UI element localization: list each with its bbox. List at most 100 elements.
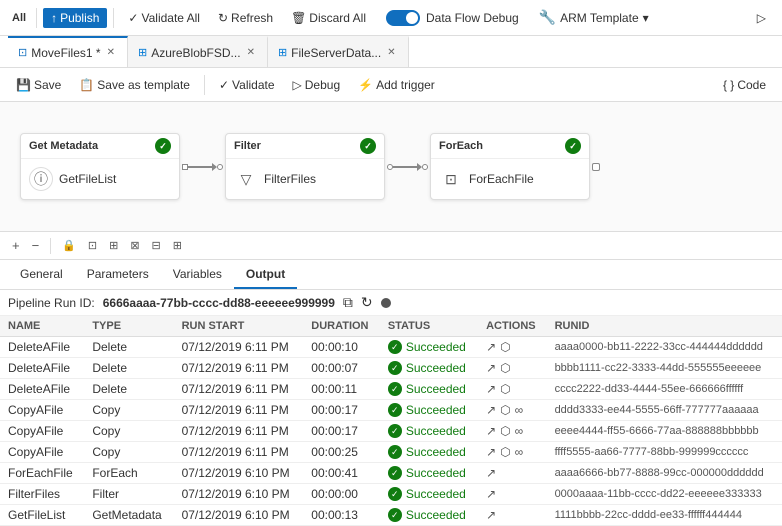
connector-2 [385, 163, 430, 171]
action-infinity-icon-5[interactable]: ∞ [515, 445, 524, 459]
table-row: DeleteAFile Delete 07/12/2019 6:11 PM 00… [0, 358, 782, 379]
cell-type-3: Copy [84, 400, 173, 421]
action-link-icon-0[interactable]: ↗ [486, 340, 496, 354]
cell-name-1: DeleteAFile [0, 358, 84, 379]
action-link-icon-3[interactable]: ↗ [486, 403, 496, 417]
action-share-icon-0[interactable]: ⬡ [500, 340, 510, 354]
cell-name-5: CopyAFile [0, 442, 84, 463]
action-share-icon-5[interactable]: ⬡ [500, 445, 510, 459]
cell-actions-2: ↗ ⬡ [478, 379, 546, 400]
save-as-template-label: Save as template [97, 78, 190, 92]
cell-run-start-1: 07/12/2019 6:11 PM [174, 358, 304, 379]
table-row: DeleteAFile Delete 07/12/2019 6:11 PM 00… [0, 379, 782, 400]
action-link-icon-8[interactable]: ↗ [486, 508, 496, 522]
action-infinity-icon-4[interactable]: ∞ [515, 424, 524, 438]
copy-run-id-icon[interactable]: ⧉ [343, 294, 353, 311]
cell-run-start-8: 07/12/2019 6:10 PM [174, 505, 304, 526]
close-movefiles-icon[interactable]: ✕ [105, 46, 117, 59]
debug-icon: ▷ [293, 78, 302, 92]
connector-line-1 [188, 166, 212, 168]
action-infinity-icon-3[interactable]: ∞ [515, 403, 524, 417]
action-link-icon-7[interactable]: ↗ [486, 487, 496, 501]
data-flow-debug-toggle[interactable]: Data Flow Debug [378, 7, 527, 29]
cell-duration-8: 00:00:13 [303, 505, 380, 526]
table-body: DeleteAFile Delete 07/12/2019 6:11 PM 00… [0, 337, 782, 526]
action-link-icon-5[interactable]: ↗ [486, 445, 496, 459]
cell-status-5: ✓ Succeeded [380, 442, 478, 463]
add-node-button[interactable]: + [8, 236, 24, 255]
fit-button[interactable]: ⊡ [84, 237, 101, 254]
cell-duration-3: 00:00:17 [303, 400, 380, 421]
refresh-run-icon[interactable]: ↻ [361, 294, 373, 311]
node-getmetadata[interactable]: Get Metadata ✓ ⓘ GetFileList [20, 133, 180, 200]
getmetadata-icon: ⓘ [29, 167, 53, 191]
getmetadata-success-badge: ✓ [155, 138, 171, 154]
save-as-template-button[interactable]: 📋 Save as template [71, 75, 198, 95]
validate-all-button[interactable]: ✓ Validate All [120, 8, 208, 28]
foreach-success-badge: ✓ [565, 138, 581, 154]
publish-label: Publish [60, 11, 99, 25]
filter-success-badge: ✓ [360, 138, 376, 154]
save-button[interactable]: 💾 Save [8, 75, 69, 95]
arm-template-label: ARM Template [560, 11, 638, 25]
connector-line-2 [393, 166, 417, 168]
refresh-button[interactable]: ↻ Refresh [210, 8, 281, 28]
publish-icon: ↑ [51, 11, 57, 25]
action-link-icon-2[interactable]: ↗ [486, 382, 496, 396]
layout-button[interactable]: ⊟ [148, 237, 165, 254]
arm-template-menu[interactable]: 🔧 ARM Template ▾ [531, 6, 657, 29]
tab-output[interactable]: Output [234, 260, 297, 289]
filter-icon: ▽ [234, 167, 258, 191]
port-out-3 [592, 163, 600, 171]
cell-status-1: ✓ Succeeded [380, 358, 478, 379]
node-getmetadata-header: Get Metadata ✓ [21, 134, 179, 159]
stop-run-icon[interactable] [381, 298, 391, 308]
action-share-icon-4[interactable]: ⬡ [500, 424, 510, 438]
discard-all-button[interactable]: 🗑 Discard All [283, 8, 374, 28]
cell-type-7: Filter [84, 484, 173, 505]
more-button[interactable]: ⊞ [169, 237, 186, 254]
status-success-6: ✓ Succeeded [388, 466, 470, 480]
foreach-checkmark-icon: ✓ [569, 141, 577, 152]
remove-node-button[interactable]: − [28, 236, 44, 255]
tab-movefiles[interactable]: ⊡ MoveFiles1 * ✕ [8, 36, 128, 67]
action-link-icon-6[interactable]: ↗ [486, 466, 496, 480]
node-foreach-header: ForEach ✓ [431, 134, 589, 159]
run-button[interactable]: ▷ [749, 8, 774, 28]
tab-azureblob[interactable]: ⊞ AzureBlobFSD... ✕ [128, 36, 268, 67]
separator2 [113, 8, 114, 28]
debug-button[interactable]: ▷ Debug [285, 75, 349, 95]
col-run-start: RUN START [174, 316, 304, 337]
tab-fileserver[interactable]: ⊞ FileServerData... ✕ [268, 36, 409, 67]
zoom-in-button[interactable]: ⊞ [105, 237, 122, 254]
action-link-icon-4[interactable]: ↗ [486, 424, 496, 438]
table-row: ForEachFile ForEach 07/12/2019 6:10 PM 0… [0, 463, 782, 484]
run-info: Pipeline Run ID: 6666aaaa-77bb-cccc-dd88… [0, 290, 782, 316]
action-toolbar: 💾 Save 📋 Save as template ✓ Validate ▷ D… [0, 68, 782, 102]
action-link-icon-1[interactable]: ↗ [486, 361, 496, 375]
close-fileserver-icon[interactable]: ✕ [385, 46, 397, 59]
validate-check-icon: ✓ [219, 78, 229, 92]
close-azureblob-icon[interactable]: ✕ [245, 46, 257, 59]
cell-runid-5: ffff5555-aa66-7777-88bb-999999cccccc [547, 442, 782, 463]
validate-button[interactable]: ✓ Validate [211, 75, 283, 95]
action-share-icon-2[interactable]: ⬡ [500, 382, 510, 396]
cell-run-start-6: 07/12/2019 6:10 PM [174, 463, 304, 484]
tab-general[interactable]: General [8, 260, 75, 289]
cell-actions-6: ↗ [478, 463, 546, 484]
add-trigger-button[interactable]: ⚡ Add trigger [350, 75, 443, 95]
publish-button[interactable]: ↑ Publish [43, 8, 107, 28]
action-share-icon-1[interactable]: ⬡ [500, 361, 510, 375]
code-button[interactable]: { } Code [715, 75, 774, 95]
tab-parameters[interactable]: Parameters [75, 260, 161, 289]
selection-button[interactable]: ⊠ [126, 237, 143, 254]
pipeline-icon: ⊡ [18, 46, 27, 59]
tab-variables[interactable]: Variables [161, 260, 234, 289]
col-duration: DURATION [303, 316, 380, 337]
toggle-track[interactable] [386, 10, 420, 26]
node-filter[interactable]: Filter ✓ ▽ FilterFiles [225, 133, 385, 200]
action-share-icon-3[interactable]: ⬡ [500, 403, 510, 417]
save-icon: 💾 [16, 78, 31, 92]
node-foreach[interactable]: ForEach ✓ ⊡ ForEachFile [430, 133, 590, 200]
lock-button[interactable]: 🔒 [58, 237, 80, 254]
